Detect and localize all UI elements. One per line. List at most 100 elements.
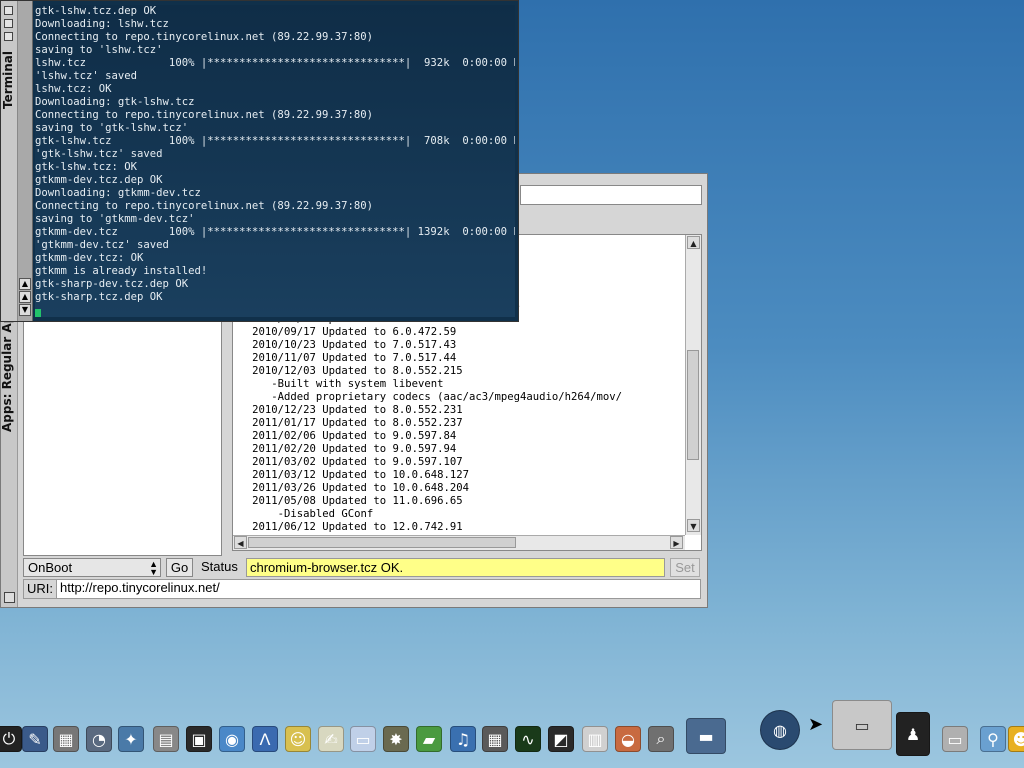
info-line: 2011/06/12 Updated to 12.0.742.91 [233,521,463,533]
vertical-scrollbar[interactable]: ▲ ▼ [685,235,701,535]
info-line: 2010/09/17 Updated to 6.0.472.59 [233,326,457,338]
minimize-button[interactable] [4,592,15,603]
chromium-icon[interactable]: ◉ [219,726,245,752]
terminal-line: lshw.tcz: OK [35,83,112,95]
terminal-line: Downloading: gtkmm-dev.tcz [35,187,201,199]
info-line: 2010/12/03 Updated to 8.0.552.215 [233,365,463,377]
network-icon[interactable]: ◒ [615,726,641,752]
gimp-icon[interactable]: ✸ [383,726,409,752]
info-line: 2011/03/02 Updated to 9.0.597.107 [233,456,463,468]
calculator-icon[interactable]: ▦ [482,726,508,752]
monitor-icon[interactable]: ∿ [515,726,541,752]
terminal-icon[interactable]: ▣ [186,726,212,752]
install-mode-value: OnBoot [28,560,73,575]
terminal-output[interactable]: gtk-lshw.tcz.dep OK Downloading: lshw.tcz… [35,5,515,317]
terminal-line: gtkmm-dev.tcz 100% |********************… [35,226,515,238]
scroll-down-icon[interactable]: ▼ [19,304,31,316]
close-icon[interactable] [4,6,13,15]
scroll-down-icon[interactable]: ▼ [687,519,700,532]
info-line: -Disabled GConf [233,508,374,520]
search-input[interactable] [520,185,702,205]
horizontal-scrollbar[interactable]: ◀ ▶ [233,535,685,550]
telescope-icon[interactable]: ⌕ [648,726,674,752]
terminal-line: 'gtkmm-dev.tcz' saved [35,239,169,251]
printer-icon[interactable]: ▤ [153,726,179,752]
status-field: chromium-browser.tcz OK. [246,558,665,577]
horizontal-scroll-thumb[interactable] [248,537,516,548]
dock: ⏻ ✎ ▦ ◔ ✦ ▤ ▣ ◉ Λ ☺ ✍ ▭ ✸ ▰ ♫ ▦ ∿ ◩ ▥ ◒ ⌕ ▬ ◍ ▭ ♟ ▭ ⚲ ☻ [0,696,1024,768]
display-icon[interactable]: ▭ [832,700,892,750]
terminal-line: saving to 'lshw.tcz' [35,44,163,56]
scroll-right-icon[interactable]: ▶ [670,536,683,549]
terminal-line: saving to 'gtk-lshw.tcz' [35,122,189,134]
terminal-line: gtk-sharp.tcz.dep OK [35,291,163,303]
app-list[interactable] [23,320,222,556]
status-label: Status [201,559,238,574]
editor-icon[interactable]: Λ [252,726,278,752]
info-line: 2011/03/12 Updated to 10.0.648.127 [233,469,469,481]
terminal-line: gtk-lshw.tcz: OK [35,161,138,173]
terminal-line: gtkmm is already installed! [35,265,208,277]
select-arrows-icon: ▲ ▼ [149,559,158,577]
terminal-text: gtk-lshw.tcz.dep OK Downloading: lshw.tcz… [35,5,515,304]
uri-row: URI: http://repo.tinycorelinux.net/ [23,579,701,599]
power-icon[interactable]: ⏻ [0,726,22,752]
info-line: 2010/12/23 Updated to 8.0.552.231 [233,404,463,416]
info-line: 2010/10/23 Updated to 7.0.517.43 [233,339,457,351]
uri-field[interactable]: http://repo.tinycorelinux.net/ [56,580,700,598]
info-line: 2011/03/26 Updated to 10.0.648.204 [233,482,469,494]
run-icon[interactable]: ✦ [118,726,144,752]
music-icon[interactable]: ♫ [450,726,476,752]
smiley-icon[interactable]: ☻ [1008,726,1024,752]
tux-icon[interactable]: ♟ [896,712,930,756]
terminal-line: Downloading: gtk-lshw.tcz [35,96,195,108]
set-button[interactable]: Set [670,558,700,577]
terminal-line: 'lshw.tcz' saved [35,70,138,82]
terminal-line: gtkmm-dev.tcz: OK [35,252,144,264]
vertical-scroll-thumb[interactable] [687,350,699,460]
terminal-line: gtk-lshw.tcz.dep OK [35,5,157,17]
terminal-titlebar[interactable]: Terminal [1,1,18,321]
info-line: 2011/01/17 Updated to 8.0.552.237 [233,417,463,429]
drive-icon[interactable]: ▭ [942,726,968,752]
scroll-up-icon[interactable]: ▲ [19,278,31,290]
terminal-line: Connecting to repo.tinycorelinux.net (89… [35,200,374,212]
screenshot-icon[interactable]: ▬ [686,718,726,754]
info-line: 2011/02/06 Updated to 9.0.597.84 [233,430,457,442]
info-line: 2011/02/20 Updated to 9.0.597.94 [233,443,457,455]
terminal-line: 'gtk-lshw.tcz' saved [35,148,163,160]
terminal-line: gtkmm-dev.tcz.dep OK [35,174,163,186]
settings-icon[interactable]: ▦ [53,726,79,752]
terminal-scrollbar[interactable]: ▲ ▲ ▼ [18,1,33,321]
terminal-window: Terminal ▲ ▲ ▼ gtk-lshw.tcz.dep OK Downlo… [0,0,519,322]
minimize-icon[interactable] [4,32,13,41]
mouse-pointer-icon: ➤ [808,714,824,735]
scroll-up-icon[interactable]: ▲ [687,236,700,249]
disk-icon[interactable]: ◔ [86,726,112,752]
terminal-title: Terminal [1,50,15,109]
terminal-line: lshw.tcz 100% |*************************… [35,57,515,69]
scroll-left-icon[interactable]: ◀ [234,536,247,549]
uri-label: URI: [27,581,53,596]
apps-window-title: Apps: Regular Ap [0,314,14,432]
terminal-cursor [35,309,41,317]
maximize-icon[interactable] [4,19,13,28]
info-line: 2011/05/08 Updated to 11.0.696.65 [233,495,463,507]
apps-icon[interactable]: ☺ [285,726,311,752]
go-button[interactable]: Go [166,558,193,577]
terminal-line: saving to 'gtkmm-dev.tcz' [35,213,195,225]
graph-icon[interactable]: ◩ [548,726,574,752]
globe-icon[interactable]: ◍ [760,710,800,750]
document-icon[interactable]: ▭ [350,726,376,752]
scroll-up-icon[interactable]: ▲ [19,291,31,303]
image-icon[interactable]: ▰ [416,726,442,752]
office-icon[interactable]: ▥ [582,726,608,752]
install-mode-select[interactable]: OnBoot ▲ ▼ [23,558,161,577]
terminal-line: Connecting to repo.tinycorelinux.net (89… [35,31,374,43]
notes-icon[interactable]: ✍ [318,726,344,752]
terminal-line: gtk-lshw.tcz 100% |*********************… [35,135,515,147]
search-icon[interactable]: ⚲ [980,726,1006,752]
info-line: 2010/11/07 Updated to 7.0.517.44 [233,352,457,364]
brush-icon[interactable]: ✎ [22,726,48,752]
info-line: -Added proprietary codecs (aac/ac3/mpeg4… [233,391,623,403]
